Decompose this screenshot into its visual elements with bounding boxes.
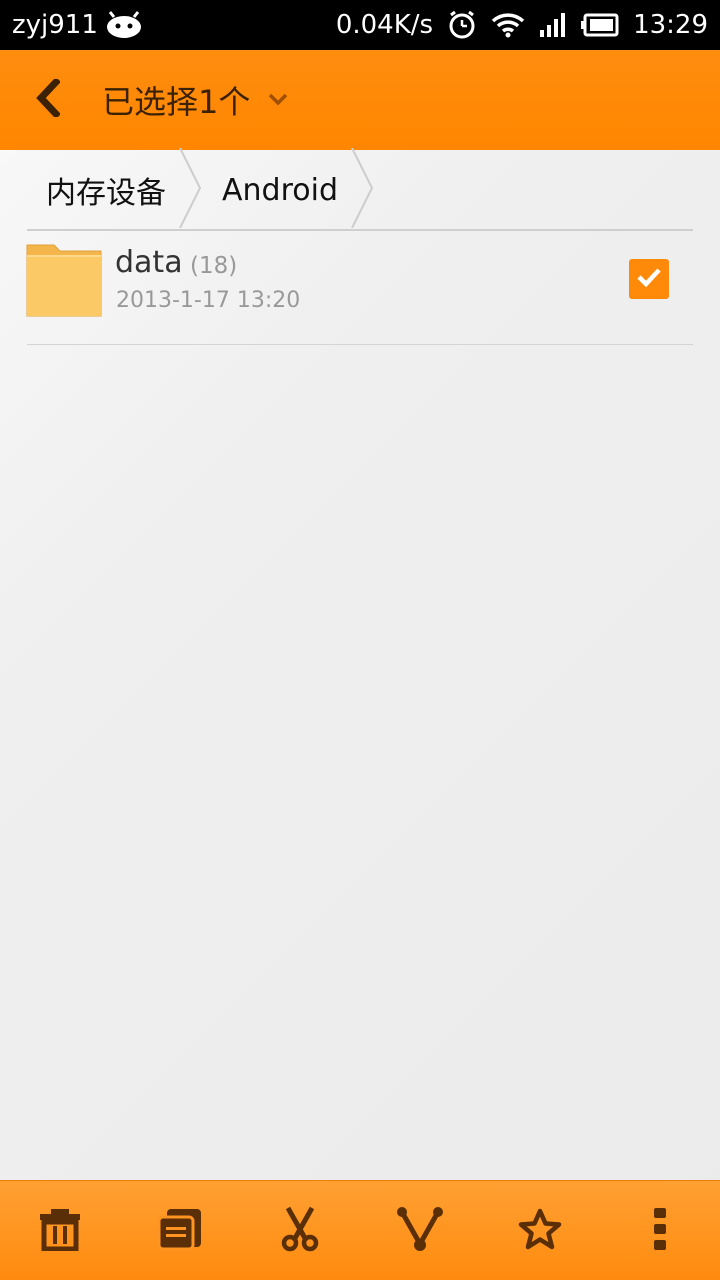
breadcrumb: 内存设备 Android xyxy=(0,147,720,232)
file-count: (18) xyxy=(190,253,238,279)
folder-icon xyxy=(26,241,102,321)
battery-icon xyxy=(581,13,619,37)
list-item[interactable]: data (18) 2013-1-17 13:20 xyxy=(0,231,720,344)
select-checkbox[interactable] xyxy=(629,259,669,299)
bottom-toolbar xyxy=(0,1180,720,1280)
star-icon xyxy=(518,1208,562,1254)
file-date: 2013-1-17 13:20 xyxy=(116,288,301,313)
chevron-down-icon xyxy=(268,91,288,110)
android-debug-icon xyxy=(106,11,142,39)
cut-button[interactable] xyxy=(240,1181,360,1280)
file-name: data xyxy=(115,245,183,280)
breadcrumb-item-storage[interactable]: 内存设备 xyxy=(0,147,204,232)
back-button[interactable] xyxy=(0,50,96,150)
status-username: zyj911 xyxy=(12,10,98,40)
trash-icon xyxy=(38,1207,82,1255)
breadcrumb-label: Android xyxy=(222,172,338,208)
copy-button[interactable] xyxy=(120,1181,240,1280)
more-button[interactable] xyxy=(600,1181,720,1280)
page-title: 已选择1个 xyxy=(102,83,251,121)
delete-button[interactable] xyxy=(0,1181,120,1280)
title-bar: 已选择1个 xyxy=(0,50,720,150)
selection-dropdown[interactable]: 已选择1个 xyxy=(102,77,288,123)
scissors-icon xyxy=(280,1206,320,1256)
chevron-left-icon xyxy=(36,77,61,121)
check-icon xyxy=(636,266,662,292)
breadcrumb-separator-icon xyxy=(178,147,204,232)
breadcrumb-item-android[interactable]: Android xyxy=(204,147,376,232)
favorite-button[interactable] xyxy=(480,1181,600,1280)
share-button[interactable] xyxy=(360,1181,480,1280)
share-icon xyxy=(396,1206,444,1256)
wifi-icon xyxy=(491,12,525,38)
status-bar: zyj911 0.04K/s 13:29 xyxy=(0,0,720,50)
alarm-icon xyxy=(447,10,477,40)
more-vertical-icon xyxy=(653,1207,667,1255)
list-divider xyxy=(27,344,693,345)
copy-icon xyxy=(157,1207,203,1255)
status-time: 13:29 xyxy=(633,10,708,40)
signal-icon xyxy=(539,12,567,38)
breadcrumb-label: 内存设备 xyxy=(46,176,166,211)
breadcrumb-separator-icon xyxy=(350,147,376,232)
status-net-speed: 0.04K/s xyxy=(335,10,434,40)
